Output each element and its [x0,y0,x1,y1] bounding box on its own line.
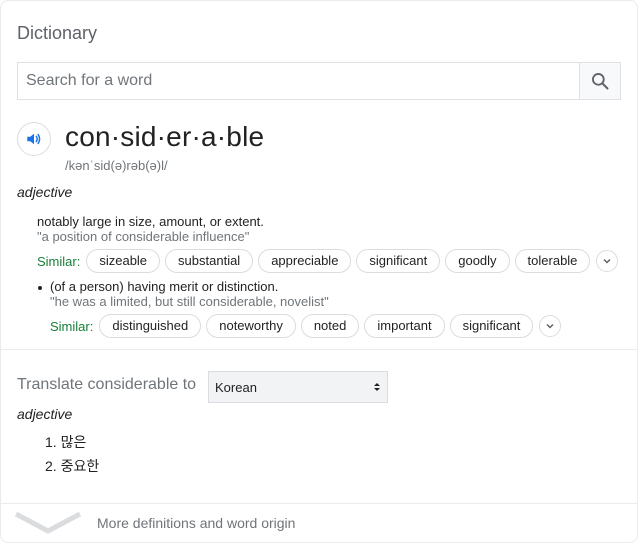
speaker-icon [27,133,41,145]
more-definitions-link[interactable]: More definitions and word origin [15,511,295,535]
similar-chip[interactable]: substantial [165,249,254,273]
translate-label: Translate considerable to [17,376,197,393]
dictionary-card: Dictionary con·sid·er·a·ble /kənˈsid(ə)r… [0,0,638,543]
example-1: "a position of considerable influence" [37,229,250,244]
similar-chip[interactable]: sizeable [86,249,161,273]
phonetic-spelling: /kənˈsid(ə)rəb(ə)l/ [65,158,168,173]
card-title: Dictionary [17,23,98,43]
definition-1: notably large in size, amount, or extent… [37,214,264,229]
language-select-value: Korean [215,379,257,395]
similar-chip[interactable]: appreciable [258,249,352,273]
translation-item: 1. 많은 [45,434,87,450]
chevron-down-icon [15,511,81,534]
similar-chip[interactable]: tolerable [514,249,591,273]
section-divider [1,349,637,350]
similar-expand-button[interactable] [596,250,619,272]
footer-divider [1,503,637,504]
bullet [38,286,42,290]
translation-item: 2. 중요한 [45,458,100,474]
search-box [17,62,621,100]
translate-part-of-speech: adjective [17,406,73,422]
similar-chip[interactable]: important [364,314,445,338]
similar-row-1: Similar: sizeable substantial appreciabl… [37,249,619,273]
similar-chip[interactable]: goodly [445,249,510,273]
search-icon [592,73,609,90]
similar-chip[interactable]: significant [356,249,441,273]
similar-chip[interactable]: noteworthy [206,314,296,338]
similar-label: Similar: [37,253,81,269]
chevron-down-icon [603,258,611,264]
more-definitions-label: More definitions and word origin [97,515,296,531]
pronunciation-button[interactable] [17,122,51,156]
select-arrows-icon [374,383,380,391]
part-of-speech: adjective [17,184,73,200]
language-select[interactable]: Korean [208,371,388,403]
similar-expand-button[interactable] [539,315,562,337]
search-button[interactable] [579,63,620,99]
headword: con·sid·er·a·ble [65,121,265,152]
similar-label: Similar: [50,318,94,334]
similar-chip[interactable]: noted [300,314,360,338]
chevron-down-icon [546,323,554,329]
similar-chip[interactable]: distinguished [99,314,202,338]
example-2: "he was a limited, but still considerabl… [50,294,329,309]
search-input[interactable] [18,63,579,99]
definition-2: (of a person) having merit or distinctio… [50,279,279,294]
similar-row-2: Similar: distinguished noteworthy noted … [50,314,562,338]
similar-chip[interactable]: significant [449,314,534,338]
